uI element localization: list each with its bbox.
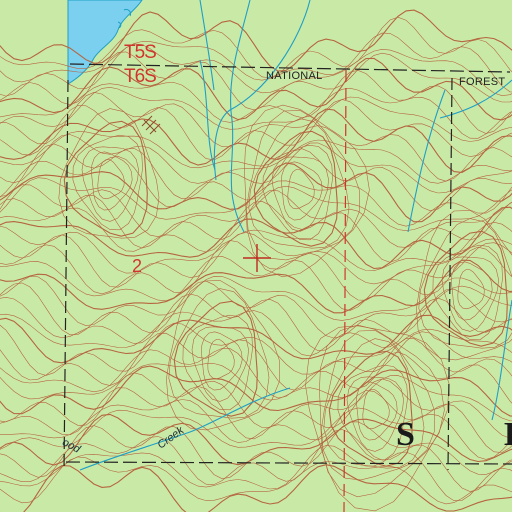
topographic-map[interactable]: T5S T6S 2 NATIONAL FOREST S I ood Creek: [0, 0, 512, 512]
township-north-label: T5S: [124, 42, 157, 63]
national-label: NATIONAL: [266, 70, 323, 82]
region-name-label: S I: [396, 416, 512, 453]
township-south-label: T6S: [124, 66, 157, 87]
section-number-label: 2: [132, 256, 143, 276]
forest-label: FOREST: [459, 76, 506, 88]
